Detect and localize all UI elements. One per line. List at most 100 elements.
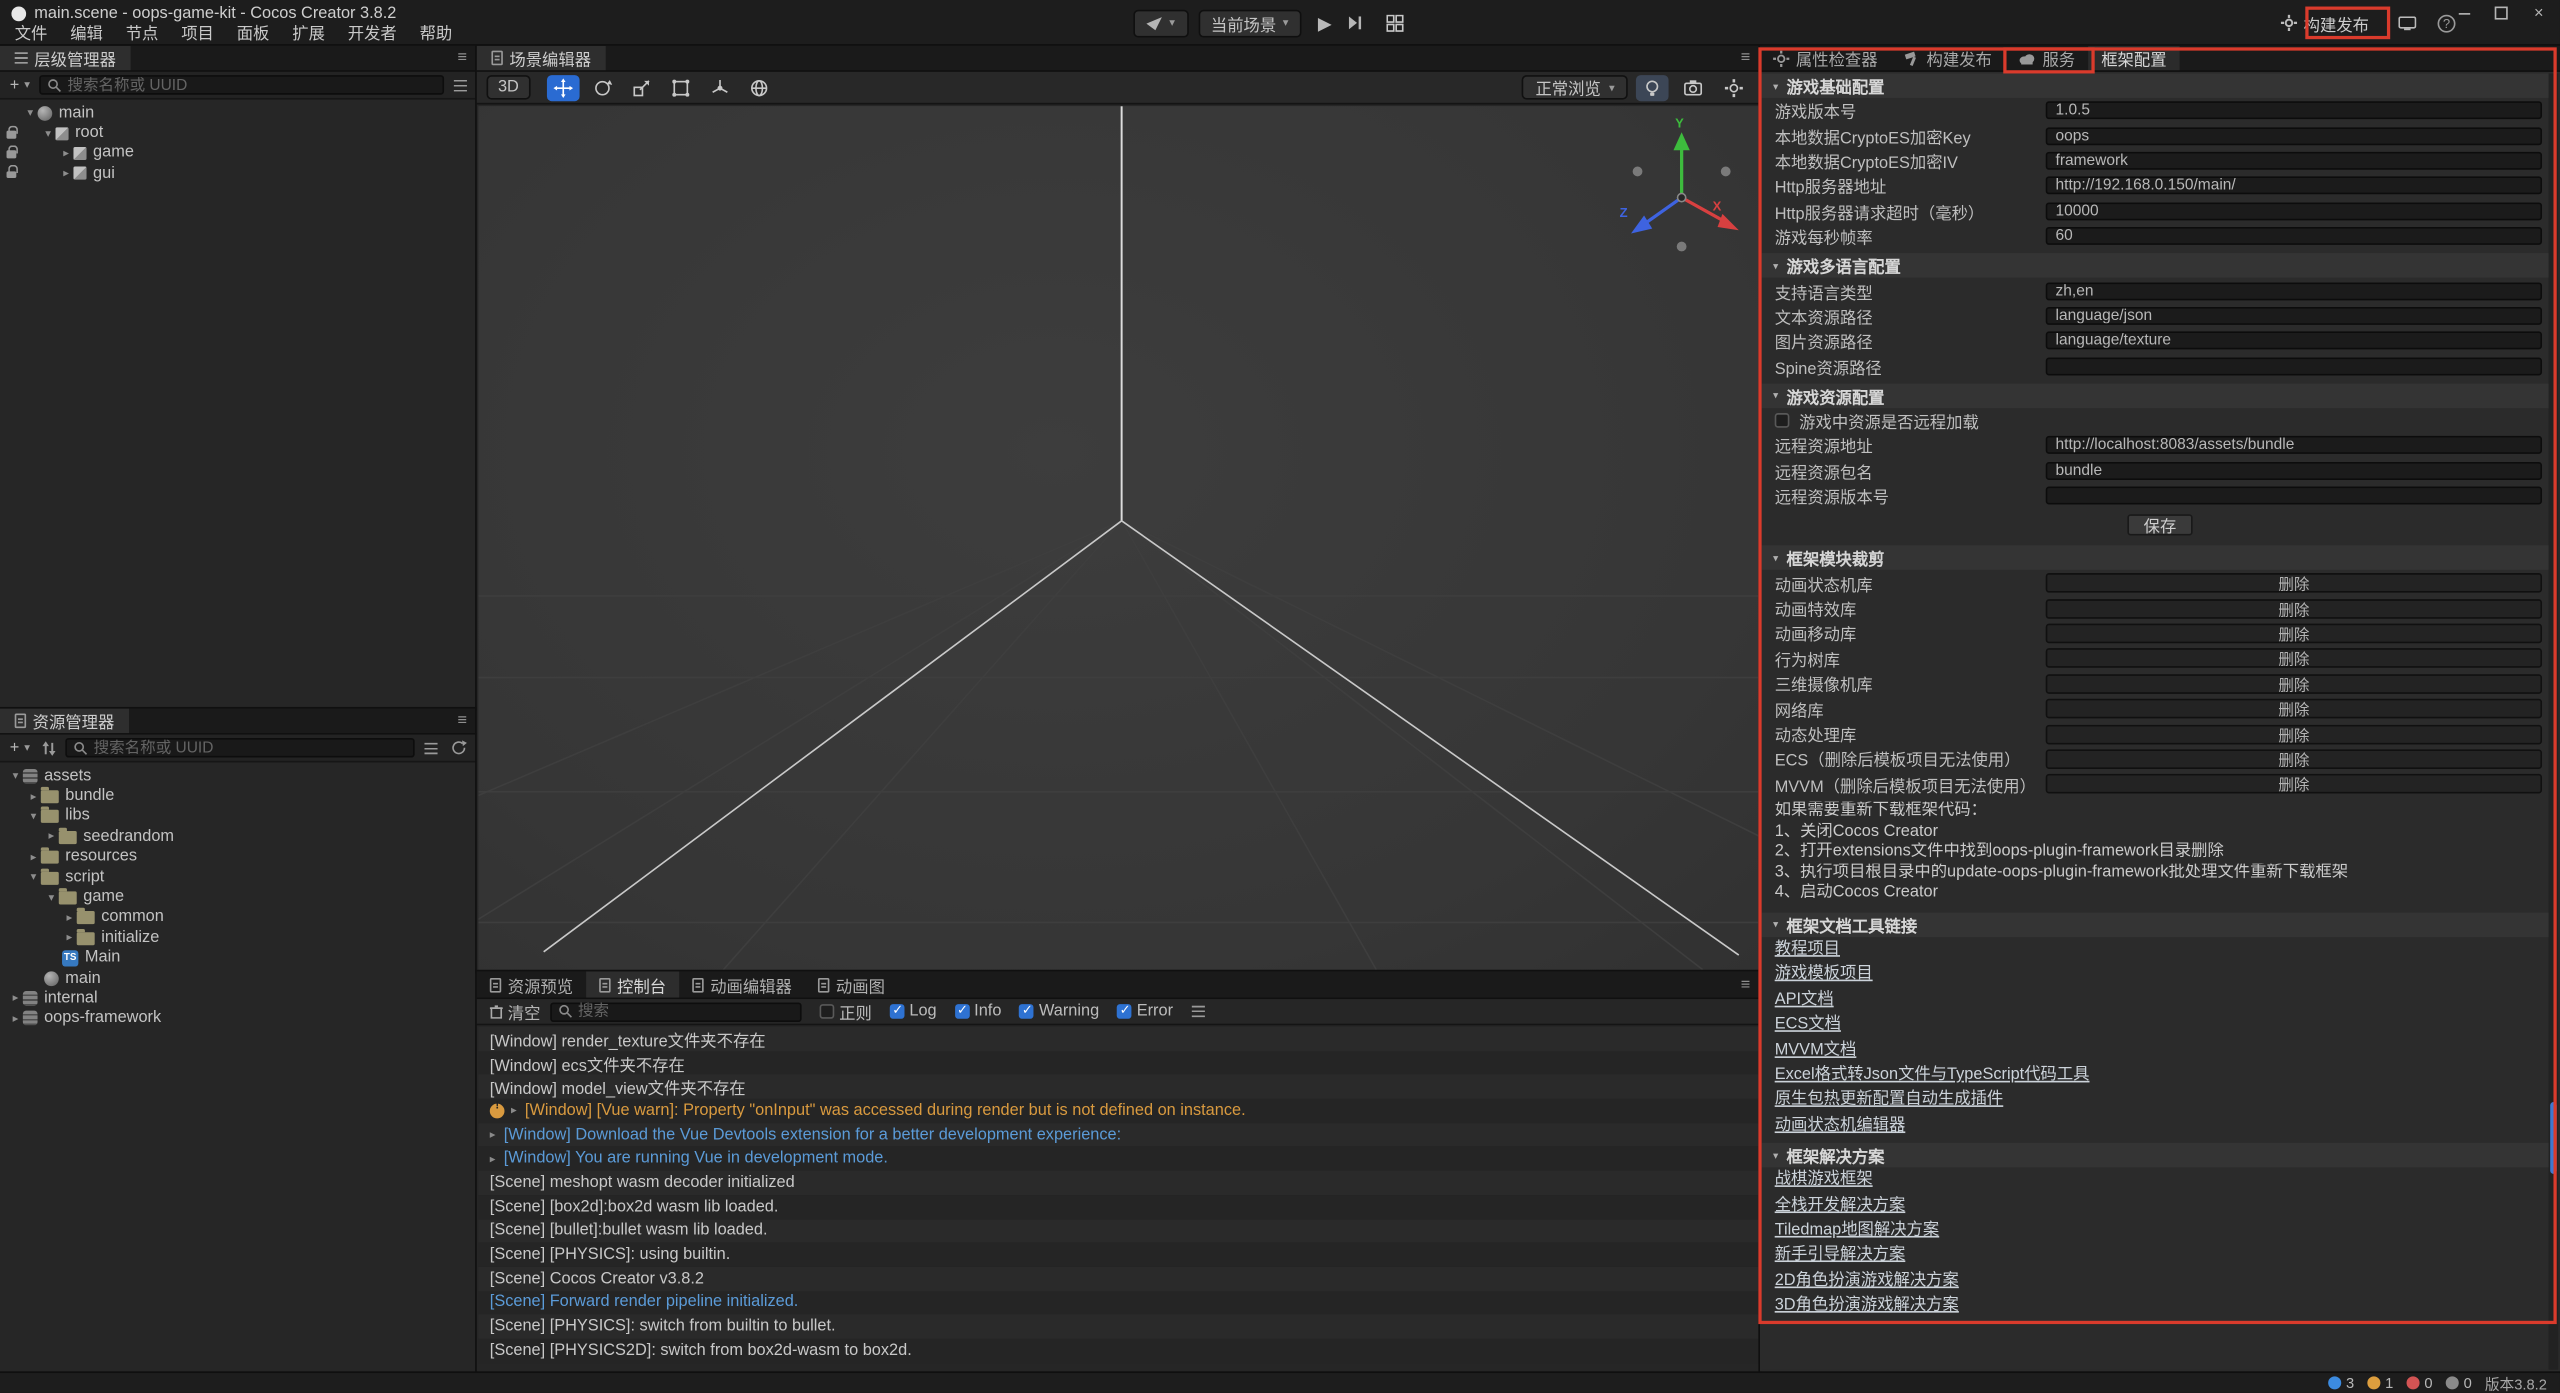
console-log-row[interactable]: [Scene] [PHYSICS]: switch from builtin t… (478, 1315, 1758, 1339)
tab-services[interactable]: 服务 (2005, 46, 2088, 70)
close-button[interactable]: × (2527, 5, 2550, 21)
property-input[interactable]: zh,en (2046, 282, 2542, 300)
panel-menu-icon[interactable]: ≡ (1731, 976, 1760, 994)
tab-asset-preview[interactable]: 资源预览 (477, 971, 586, 997)
collapse-log-icon[interactable] (1189, 1006, 1209, 1017)
gizmo-tool-button[interactable] (703, 74, 736, 100)
hierarchy-node[interactable]: ▾ main (0, 103, 477, 123)
doc-link[interactable]: API文档 (1762, 987, 2559, 1012)
checkbox[interactable] (1117, 1004, 1132, 1019)
move-tool-button[interactable] (547, 74, 580, 100)
menu-item[interactable]: 文件 (3, 24, 59, 45)
log-filter-checkbox[interactable]: Info (955, 1002, 1002, 1020)
delete-button[interactable]: 删除 (2046, 774, 2542, 794)
message-count[interactable]: 3 (2328, 1375, 2354, 1391)
delete-button[interactable]: 删除 (2046, 649, 2542, 669)
checkbox[interactable] (890, 1004, 905, 1019)
expand-arrow-icon[interactable]: ▾ (8, 769, 23, 782)
console-log-row[interactable]: [Window] render_texture文件夹不存在 (478, 1027, 1758, 1051)
checkbox[interactable] (1775, 413, 1790, 428)
asset-node[interactable]: Main (0, 948, 477, 968)
view-mode-select[interactable]: 正常浏览 ▾ (1522, 75, 1627, 99)
expand-arrow-icon[interactable]: ▸ (62, 911, 77, 924)
property-input[interactable]: oops (2046, 127, 2542, 145)
delete-button[interactable]: 删除 (2046, 724, 2542, 744)
asset-node[interactable]: ▾ game (0, 887, 477, 907)
doc-link[interactable]: 教程项目 (1762, 937, 2559, 962)
scale-tool-button[interactable] (625, 74, 658, 100)
tab-scene-editor[interactable]: 场景编辑器 (477, 46, 606, 70)
layout-grid-icon[interactable] (1381, 9, 1410, 37)
expand-arrow-icon[interactable]: ▾ (44, 891, 59, 904)
log-filter-checkbox[interactable]: 正则 (820, 999, 872, 1023)
panel-menu-icon[interactable]: ≡ (448, 712, 477, 730)
tab-build-publish[interactable]: 构建发布 (1891, 46, 2005, 70)
menu-item[interactable]: 节点 (114, 24, 170, 45)
expand-arrow-icon[interactable]: ▸ (8, 1012, 23, 1025)
section-header[interactable]: ▾ 游戏多语言配置 (1762, 254, 2559, 278)
solution-link[interactable]: Tiledmap地图解决方案 (1762, 1218, 2559, 1243)
log-filter-checkbox[interactable]: Log (890, 1002, 937, 1020)
scrollbar[interactable] (2549, 73, 2559, 1369)
hierarchy-search-input[interactable] (68, 76, 436, 94)
filter-icon[interactable] (451, 79, 471, 90)
light-toggle-button[interactable] (1636, 74, 1669, 100)
add-node-button[interactable]: +▾ (7, 76, 34, 94)
expand-arrow-icon[interactable]: ▸ (59, 147, 74, 160)
notice-count[interactable]: 0 (2446, 1375, 2472, 1391)
console-log-row[interactable]: ▸ [Window] [Vue warn]: Property "onInput… (478, 1099, 1758, 1123)
save-button[interactable]: 保存 (2127, 514, 2192, 535)
solution-link[interactable]: 战棋游戏框架 (1762, 1168, 2559, 1193)
scene-select[interactable]: 当前场景 ▾ (1198, 9, 1302, 37)
tab-assets[interactable]: 资源管理器 (0, 709, 129, 733)
expand-arrow-icon[interactable]: ▸ (59, 167, 74, 180)
preview-platform-select[interactable]: ▾ (1133, 9, 1188, 37)
asset-node[interactable]: ▸ bundle (0, 786, 477, 806)
assets-search-input[interactable] (94, 739, 407, 757)
hierarchy-search[interactable] (40, 75, 444, 95)
warning-count[interactable]: 1 (2367, 1375, 2393, 1391)
tab-animation-editor[interactable]: 动画编辑器 (679, 971, 805, 997)
delete-button[interactable]: 删除 (2046, 674, 2542, 694)
panel-menu-icon[interactable]: ≡ (448, 49, 477, 67)
delete-button[interactable]: 删除 (2046, 749, 2542, 769)
scene-gear-button[interactable] (1718, 74, 1751, 100)
sort-icon[interactable] (40, 740, 60, 755)
expand-arrow-icon[interactable]: ▸ (44, 830, 59, 843)
rect-tool-button[interactable] (664, 74, 697, 100)
expand-arrow-icon[interactable]: ▸ (8, 992, 23, 1005)
log-filter-checkbox[interactable]: Error (1117, 1002, 1173, 1020)
property-input[interactable]: http://localhost:8083/assets/bundle (2046, 437, 2542, 455)
scrollbar-thumb[interactable] (2550, 1102, 2557, 1174)
doc-link[interactable]: 游戏模板项目 (1762, 962, 2559, 987)
hierarchy-node[interactable]: ▸ game (0, 143, 477, 163)
log-filter-checkbox[interactable]: Warning (1019, 1002, 1099, 1020)
lock-icon[interactable] (5, 105, 20, 121)
console-log-row[interactable]: [Scene] [box2d]:box2d wasm lib loaded. (478, 1195, 1758, 1219)
error-count[interactable]: 0 (2406, 1375, 2432, 1391)
section-header[interactable]: ▾ 框架解决方案 (1762, 1143, 2559, 1167)
asset-node[interactable]: ▸ common (0, 907, 477, 927)
console-search-input[interactable] (578, 1002, 794, 1020)
property-input[interactable]: 1.0.5 (2046, 102, 2542, 120)
play-button[interactable]: ▶ (1318, 12, 1332, 33)
expand-arrow-icon[interactable]: ▸ (26, 790, 41, 803)
tab-property-inspector[interactable]: 属性检查器 (1760, 46, 1891, 70)
add-asset-button[interactable]: +▾ (7, 739, 34, 757)
solution-link[interactable]: 3D角色扮演游戏解决方案 (1762, 1293, 2559, 1318)
lock-icon[interactable] (5, 125, 20, 141)
panel-menu-icon[interactable]: ≡ (1731, 49, 1760, 67)
expand-arrow-icon[interactable]: ▾ (26, 810, 41, 823)
solution-link[interactable]: 全栈开发解决方案 (1762, 1193, 2559, 1218)
filter-icon[interactable] (421, 742, 441, 753)
delete-button[interactable]: 删除 (2046, 598, 2542, 618)
property-input[interactable]: 60 (2046, 227, 2542, 245)
console-log-row[interactable]: [Scene] [PHYSICS]: using builtin. (478, 1243, 1758, 1267)
delete-button[interactable]: 删除 (2046, 699, 2542, 719)
tab-animation-graph[interactable]: 动画图 (805, 971, 898, 997)
asset-node[interactable]: ▸ initialize (0, 928, 477, 948)
lock-icon[interactable] (5, 165, 20, 181)
section-header[interactable]: ▾ 框架模块裁剪 (1762, 546, 2559, 570)
asset-node[interactable]: ▾ script (0, 867, 477, 887)
expand-arrow-icon[interactable]: ▾ (41, 127, 56, 140)
